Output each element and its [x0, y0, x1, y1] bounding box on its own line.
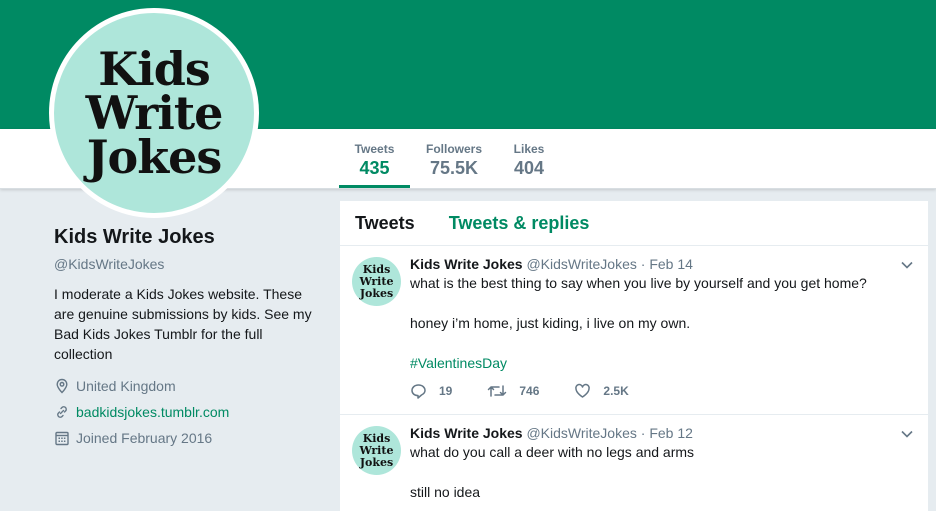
stat-value: 435 — [359, 158, 390, 178]
link-icon — [57, 406, 67, 418]
avatar-text-line: Write — [359, 443, 394, 457]
profile-name[interactable]: Kids Write Jokes — [54, 226, 324, 249]
hashtag-link[interactable]: #ValentinesDay — [410, 355, 507, 371]
tweet-text-line: still no idea — [410, 484, 481, 500]
avatar-text-line: Kids — [362, 262, 391, 276]
stat-label: Tweets — [354, 142, 395, 156]
stat-value: 75.5K — [429, 158, 479, 178]
heart-icon — [575, 383, 591, 398]
tweet-author-name[interactable]: Kids Write Jokes — [410, 425, 523, 441]
joined-text: Joined February 2016 — [76, 430, 213, 446]
avatar-text-line: Jokes — [86, 130, 222, 184]
tweet[interactable]: Kids Write Jokes Kids Write Jokes @KidsW… — [340, 246, 928, 415]
like-button[interactable]: 2.5K — [574, 383, 629, 399]
tweet-date[interactable]: · Feb 12 — [641, 425, 693, 441]
stat-tweets[interactable]: Tweets 435 — [339, 129, 410, 188]
tweet-header: Kids Write Jokes @KidsWriteJokes · Feb 1… — [410, 424, 913, 442]
avatar-text-line: Jokes — [359, 286, 394, 300]
retweet-button[interactable]: 746 — [487, 383, 539, 399]
profile-handle[interactable]: @KidsWriteJokes — [54, 256, 324, 272]
avatar-text-line: Jokes — [359, 455, 394, 469]
tweet[interactable]: Kids Write Jokes Kids Write Jokes @KidsW… — [340, 415, 928, 511]
reply-button[interactable]: 19 — [410, 383, 452, 399]
stat-value: 404 — [513, 158, 545, 178]
stat-likes[interactable]: Likes 404 — [504, 129, 554, 188]
tweet-text: what is the best thing to say when you l… — [410, 273, 913, 373]
tweet-date[interactable]: · Feb 14 — [641, 256, 693, 272]
tweet-author-name[interactable]: Kids Write Jokes — [410, 256, 523, 272]
tweet-text-line: honey i’m home, just kiding, i live on m… — [410, 315, 691, 331]
timeline: Tweets Tweets & replies Kids Write Jokes… — [340, 201, 928, 511]
tweet-text-line: what do you call a deer with no legs and… — [410, 444, 695, 460]
avatar-text-line: Write — [85, 86, 224, 140]
tab-tweets[interactable]: Tweets — [355, 213, 415, 234]
location-text: United Kingdom — [76, 378, 176, 394]
profile-website: badkidsjokes.tumblr.com — [54, 404, 324, 420]
reply-count: 19 — [439, 384, 453, 398]
tweet-actions: 19 746 2.5K — [410, 383, 664, 399]
tweet-text: what do you call a deer with no legs and… — [410, 442, 913, 502]
profile-bio: I moderate a Kids Jokes website. These a… — [54, 286, 312, 362]
tweet-author-handle[interactable]: @KidsWriteJokes — [526, 256, 636, 272]
tweet-text-line: what is the best thing to say when you l… — [410, 275, 867, 291]
stat-label: Followers — [425, 142, 482, 156]
retweet-count: 746 — [519, 384, 540, 398]
location-pin-icon — [56, 378, 68, 394]
tweet-header: Kids Write Jokes @KidsWriteJokes · Feb 1… — [410, 255, 913, 273]
avatar-text-line: Write — [359, 274, 394, 288]
tweet-author-handle[interactable]: @KidsWriteJokes — [526, 425, 636, 441]
reply-icon — [411, 384, 426, 399]
calendar-icon — [55, 431, 69, 446]
retweet-icon — [488, 385, 507, 397]
profile-location: United Kingdom — [54, 378, 324, 394]
stat-label: Likes — [513, 142, 545, 156]
timeline-tabs: Tweets Tweets & replies — [340, 201, 928, 246]
chevron-down-icon[interactable] — [900, 427, 914, 441]
stat-followers[interactable]: Followers 75.5K — [420, 129, 488, 188]
like-count: 2.5K — [603, 384, 629, 398]
tweet-avatar[interactable]: Kids Write Jokes — [352, 426, 401, 475]
avatar-text-line: Kids — [98, 42, 211, 96]
tab-tweets-and-replies[interactable]: Tweets & replies — [449, 213, 590, 234]
tweet-avatar[interactable]: Kids Write Jokes — [352, 257, 401, 306]
profile-avatar[interactable]: Kids Write Jokes — [49, 8, 259, 218]
avatar-text-line: Kids — [362, 431, 391, 445]
profile-joined: Joined February 2016 — [54, 430, 324, 446]
chevron-down-icon[interactable] — [900, 258, 914, 272]
profile-card: Kids Write Jokes @KidsWriteJokes I moder… — [54, 226, 324, 446]
website-link[interactable]: badkidsjokes.tumblr.com — [76, 404, 229, 420]
